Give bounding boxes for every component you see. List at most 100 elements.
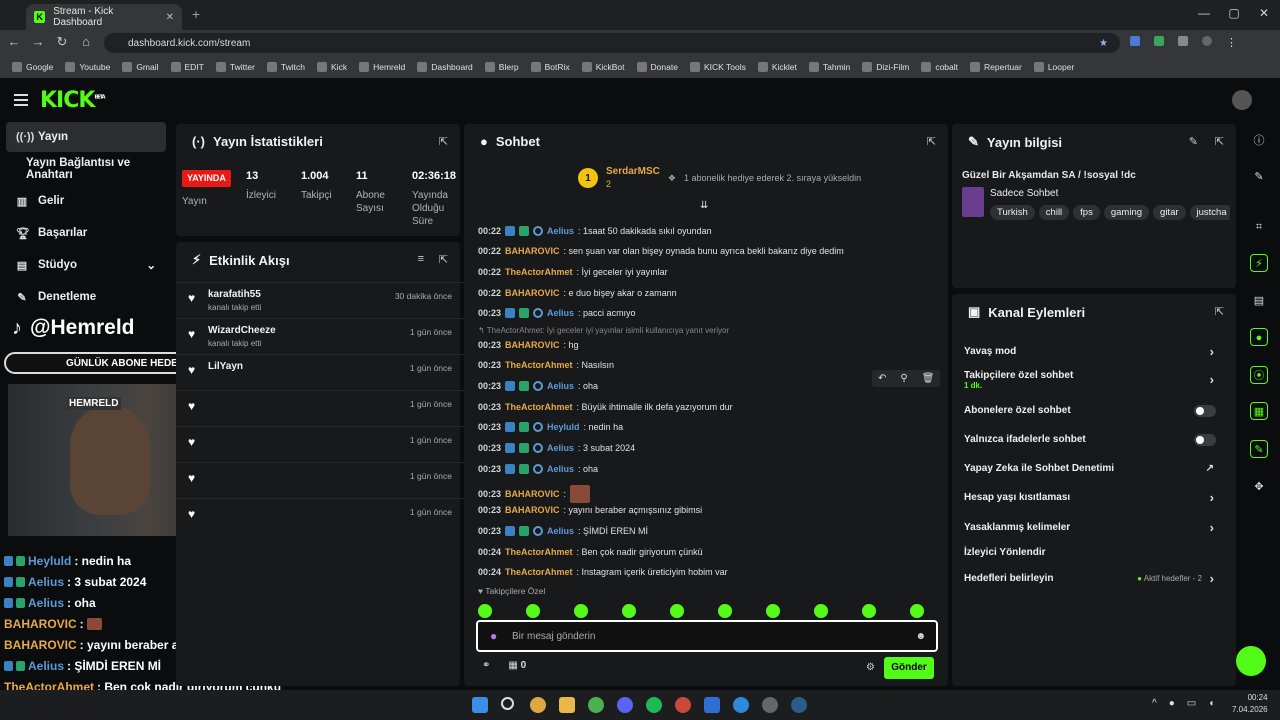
filter-icon[interactable]: ≡ (418, 253, 424, 265)
help-support-button[interactable] (1236, 646, 1266, 676)
emote-icon[interactable] (718, 604, 732, 618)
channel-points-icon[interactable]: ⚭ (482, 660, 490, 671)
message-user[interactable]: Aelius (547, 308, 574, 318)
message-user[interactable]: Aelius (547, 226, 574, 236)
chat-input[interactable]: ● Bir mesaj gönderin ☻ (476, 620, 938, 652)
bookmark-item[interactable]: KickBot (576, 62, 631, 72)
message-user[interactable]: BAHAROVIC (505, 288, 560, 298)
extensions-puzzle-icon[interactable] (1178, 36, 1188, 46)
broadcast-icon[interactable]: ⦿ (1250, 366, 1268, 384)
send-button[interactable]: Gönder (884, 657, 934, 679)
kick-logo[interactable]: KICKBETA (40, 88, 106, 113)
sidebar-item-denetleme[interactable]: ✎ Denetleme (6, 282, 166, 312)
bookmark-item[interactable]: Hemreld (353, 62, 411, 72)
new-tab-icon[interactable]: + (188, 6, 204, 22)
bookmark-item[interactable]: Repertuar (964, 62, 1028, 72)
bookmark-item[interactable]: Kick (311, 62, 353, 72)
popout-icon[interactable]: ⇱ (439, 253, 448, 266)
message-user[interactable]: BAHAROVIC (505, 340, 560, 350)
bookmark-item[interactable]: Gmail (116, 62, 164, 72)
bookmark-item[interactable]: Twitter (210, 62, 261, 72)
action-row[interactable]: Yapay Zeka ile Sohbet Denetimi ↗ (964, 463, 1226, 474)
stats-icon[interactable]: ▦ (1250, 402, 1268, 420)
tag[interactable]: gaming (1103, 205, 1150, 220)
extension-icon[interactable] (1130, 36, 1140, 46)
profile-icon[interactable] (1202, 36, 1212, 46)
emote-icon[interactable] (862, 604, 876, 618)
url-field[interactable]: dashboard.kick.com/stream ★ (104, 33, 1120, 53)
chrome-icon[interactable] (588, 697, 604, 713)
info-icon[interactable]: ⓘ (1250, 132, 1268, 150)
bookmark-item[interactable]: Tahmin (803, 62, 856, 72)
close-tab-icon[interactable]: ✕ (166, 12, 174, 23)
activity-user[interactable]: LilYayn (208, 361, 243, 372)
emote-icon[interactable] (526, 604, 540, 618)
back-icon[interactable]: ← (6, 34, 22, 49)
bookmark-item[interactable]: Youtube (59, 62, 116, 72)
sidebar-item-stream-key[interactable]: Yayın Bağlantısı ve Anahtarı (6, 154, 166, 184)
message-user[interactable]: BAHAROVIC (505, 246, 560, 256)
action-row[interactable]: Abonelere özel sohbet (964, 405, 1226, 417)
bookmark-item[interactable]: Looper (1028, 62, 1080, 72)
activity-user[interactable]: WizardCheeze (208, 325, 276, 336)
tag[interactable]: Turkish (990, 205, 1035, 220)
action-row[interactable]: İzleyici Yönlendir (964, 547, 1226, 558)
delete-icon[interactable]: 🗑︎ (922, 373, 935, 384)
chrome-icon[interactable] (675, 697, 691, 713)
message-user[interactable]: Aelius (547, 464, 574, 474)
emote-icon[interactable] (478, 604, 492, 618)
search-icon[interactable] (501, 697, 514, 710)
chevron-up-icon[interactable]: ^ (1152, 698, 1157, 709)
popout-icon[interactable]: ⇱ (1215, 305, 1224, 318)
message-user[interactable]: TheActorAhmet (505, 360, 573, 370)
emote-icon[interactable] (622, 604, 636, 618)
microphone-icon[interactable]: ● (490, 629, 497, 643)
message-user[interactable]: TheActorAhmet (505, 267, 573, 277)
action-row[interactable]: Yavaş mod › (964, 344, 1226, 359)
edge-icon[interactable] (733, 697, 749, 713)
sidebar-item-yayin[interactable]: ((·)) Yayın (6, 122, 166, 152)
message-user[interactable]: Heyluld (547, 422, 580, 432)
emoji-icon[interactable]: ☻ (915, 631, 926, 642)
bookmark-item[interactable]: Kicklet (752, 62, 803, 72)
settings-gear-icon[interactable]: ⚙ (866, 662, 875, 673)
bookmark-item[interactable]: Donate (631, 62, 684, 72)
message-user[interactable]: BAHAROVIC (505, 505, 560, 515)
start-icon[interactable] (472, 697, 488, 713)
edit-icon[interactable]: ✎ (1250, 168, 1268, 186)
action-row[interactable]: Hedefleri belirleyin ● Aktif hedefler - 2… (964, 571, 1226, 586)
bookmark-star-icon[interactable]: ★ (1099, 38, 1108, 49)
emote-icon[interactable] (766, 604, 780, 618)
action-row[interactable]: Yasaklanmış kelimeler › (964, 520, 1226, 535)
volume-icon[interactable]: ◖ (1208, 698, 1214, 709)
edit-pencil-icon[interactable]: ✎ (1189, 135, 1198, 148)
bookmark-item[interactable]: EDIT (165, 62, 210, 72)
bookmark-item[interactable]: Blerp (479, 62, 525, 72)
home-icon[interactable]: ⌂ (78, 34, 94, 49)
bookmark-item[interactable]: Google (6, 62, 59, 72)
pinned-user[interactable]: SerdarMSC (606, 166, 660, 178)
forward-icon[interactable]: → (30, 34, 46, 49)
message-user[interactable]: BAHAROVIC (505, 489, 560, 499)
puzzle-icon[interactable]: ✥ (1250, 478, 1268, 496)
bookmark-item[interactable]: BotRix (525, 62, 576, 72)
bookmark-item[interactable]: cobalt (915, 62, 964, 72)
crop-icon[interactable]: ⌗ (1250, 218, 1268, 236)
steam-icon[interactable] (791, 697, 807, 713)
toggle-switch[interactable] (1194, 434, 1216, 446)
message-user[interactable]: Aelius (547, 443, 574, 453)
tag[interactable]: justcha (1189, 205, 1230, 220)
bolt-icon[interactable]: ⚡︎ (1250, 254, 1268, 272)
action-row[interactable]: Hesap yaşı kısıtlaması › (964, 490, 1226, 505)
folder-icon[interactable] (559, 697, 575, 713)
action-row[interactable]: Takipçilere özel sohbet 1 dk. › (964, 370, 1226, 390)
gift-points[interactable]: ▦ 0 (508, 660, 526, 671)
chrome-icon[interactable] (530, 697, 546, 713)
sidebar-item-studyo[interactable]: ▤ Stüdyo ⌄ (6, 250, 166, 280)
minimize-icon[interactable]: — (1194, 6, 1214, 20)
reload-icon[interactable]: ↻ (54, 34, 70, 50)
close-window-icon[interactable]: ✕ (1254, 6, 1274, 20)
bookmark-item[interactable]: Twitch (261, 62, 311, 72)
menu-hamburger-icon[interactable] (14, 94, 28, 106)
document-icon[interactable]: ▤ (1250, 292, 1268, 310)
